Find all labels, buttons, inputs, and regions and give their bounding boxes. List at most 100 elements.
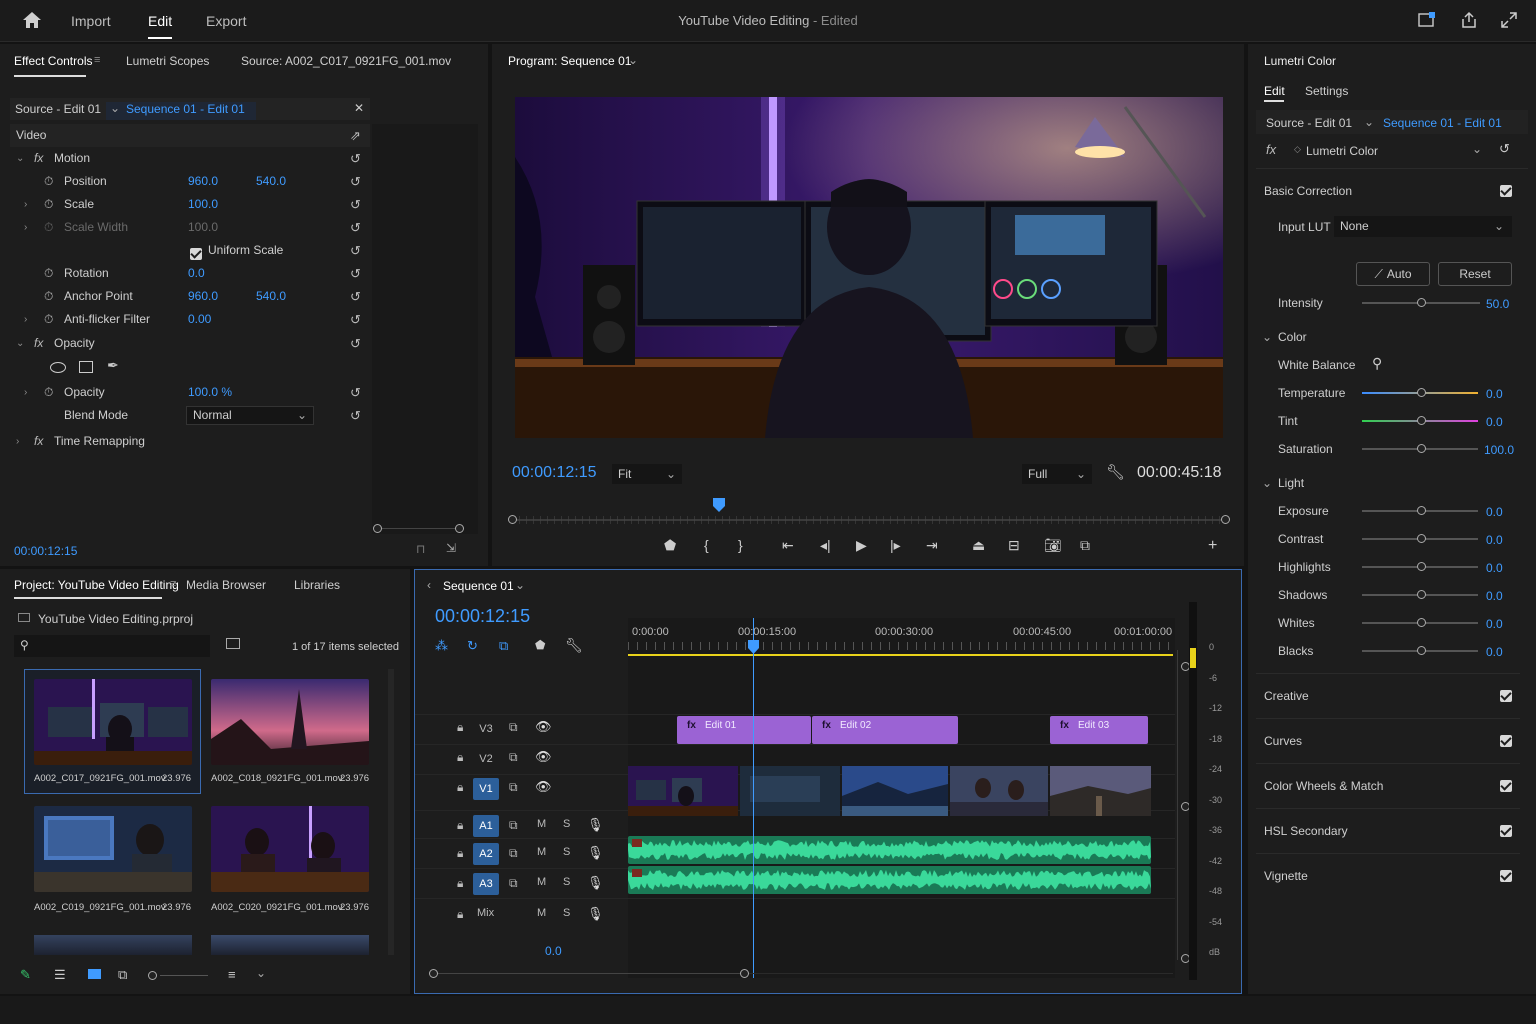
anchor-y[interactable]: 540.0 <box>256 285 286 308</box>
wrench-icon[interactable]: 🔧︎ <box>565 637 583 654</box>
shadows-knob[interactable] <box>1417 590 1426 599</box>
work-area-bar[interactable] <box>628 654 1173 656</box>
step-back-icon[interactable]: ◂| <box>820 537 831 554</box>
lumetri-tab-edit[interactable]: Edit <box>1264 84 1285 98</box>
lock-icon[interactable]: 🔒︎ <box>457 818 463 833</box>
intensity-knob[interactable] <box>1417 298 1426 307</box>
chevron-down-icon[interactable]: ⌄ <box>1364 115 1374 129</box>
new-bin-icon[interactable] <box>226 638 240 649</box>
chevron-down-icon[interactable]: ⌄ <box>628 53 638 67</box>
eye-icon[interactable]: 👁︎ <box>535 779 552 795</box>
sync-lock-icon[interactable]: ⧉ <box>509 846 518 861</box>
vignette-section[interactable]: Vignette <box>1256 853 1520 897</box>
source-label[interactable]: Source - Edit 01 <box>15 102 101 116</box>
extract-icon[interactable]: ⊟ <box>1008 537 1020 554</box>
tint-knob[interactable] <box>1417 416 1426 425</box>
go-to-in-icon[interactable]: ⇤ <box>782 537 794 554</box>
lumetri-sequence[interactable]: Sequence 01 - Edit 01 <box>1383 116 1502 130</box>
thumbnail-c018[interactable] <box>211 679 369 765</box>
reset-icon[interactable]: ↺ <box>1499 141 1510 157</box>
uniform-scale-checkbox[interactable] <box>190 248 202 260</box>
chevron-right-icon[interactable]: › <box>24 193 27 216</box>
eye-icon[interactable]: 👁︎ <box>535 719 552 735</box>
thumbnail-c017[interactable] <box>34 679 192 765</box>
whites-value[interactable]: 0.0 <box>1486 617 1503 631</box>
reset-icon[interactable]: ↺ <box>350 262 361 285</box>
add-marker-icon[interactable]: ⬟ <box>664 537 676 554</box>
program-title[interactable]: Program: Sequence 01 <box>508 54 631 68</box>
antiflicker-value[interactable]: 0.00 <box>188 308 211 331</box>
chevron-down-icon[interactable]: ⌄ <box>1262 330 1272 344</box>
microphone-icon[interactable]: 🎙︎ <box>587 906 604 922</box>
program-playhead[interactable] <box>713 498 726 512</box>
rotation-value[interactable]: 0.0 <box>188 262 205 285</box>
zoom-start-handle[interactable] <box>373 524 382 533</box>
sync-lock-icon[interactable]: ⧉ <box>509 750 518 765</box>
reset-icon[interactable]: ↺ <box>350 147 361 170</box>
position-x[interactable]: 960.0 <box>188 170 218 193</box>
chevron-right-icon[interactable]: › <box>24 381 27 404</box>
comparison-view-icon[interactable]: ⧉ <box>1080 537 1090 554</box>
video-preview[interactable] <box>515 97 1223 438</box>
nested-sequence-icon[interactable]: ⧉ <box>499 638 508 654</box>
in-point-handle[interactable] <box>508 515 517 524</box>
fullscreen-icon[interactable] <box>1501 12 1517 28</box>
tab-libraries[interactable]: Libraries <box>294 578 340 592</box>
sync-lock-icon[interactable]: ⧉ <box>509 876 518 891</box>
eyedropper-icon[interactable]: ⚲ <box>1372 355 1382 372</box>
timeline-zoom-start[interactable] <box>429 969 438 978</box>
clip-edit-03[interactable]: fx Edit 03 <box>1050 716 1148 744</box>
chevron-down-icon[interactable]: ⌄ <box>110 101 120 115</box>
lock-icon[interactable]: 🔒︎ <box>457 876 463 891</box>
tab-project[interactable]: Project: YouTube Video Editing <box>14 578 179 592</box>
color-wheels-section[interactable]: Color Wheels & Match <box>1256 763 1520 807</box>
step-forward-icon[interactable]: |▸ <box>890 537 901 554</box>
thumbnail-partial[interactable] <box>211 935 369 955</box>
highlights-knob[interactable] <box>1417 562 1426 571</box>
contrast-knob[interactable] <box>1417 534 1426 543</box>
quality-dropdown[interactable]: Full ⌄ <box>1022 464 1092 484</box>
tab-lumetri-scopes[interactable]: Lumetri Scopes <box>126 54 209 68</box>
go-to-out-icon[interactable]: ⇥ <box>926 537 938 554</box>
shadows-value[interactable]: 0.0 <box>1486 589 1503 603</box>
wrench-icon[interactable]: 🔧︎ <box>1106 463 1125 481</box>
highlights-value[interactable]: 0.0 <box>1486 561 1503 575</box>
chevron-down-icon[interactable]: ⌄ <box>256 966 266 980</box>
timeline-zoom-end[interactable] <box>740 969 749 978</box>
stopwatch-icon[interactable]: ⏱ <box>44 170 53 193</box>
out-point-handle[interactable] <box>1221 515 1230 524</box>
fx-icon[interactable]: fx <box>1266 142 1276 157</box>
stopwatch-icon[interactable]: ⏱ <box>44 262 53 285</box>
share-icon[interactable] <box>1460 11 1478 29</box>
thumbnail-partial[interactable] <box>34 935 192 955</box>
basic-correction-label[interactable]: Basic Correction <box>1264 184 1352 198</box>
zoom-slider[interactable] <box>160 975 208 976</box>
solo-button[interactable]: S <box>563 818 570 830</box>
microphone-icon[interactable]: 🎙︎ <box>587 845 604 861</box>
a2-audio-clip[interactable] <box>628 836 1151 864</box>
clip-edit-02[interactable]: fx Edit 02 <box>812 716 958 744</box>
chevron-down-icon[interactable]: ⌄ <box>1262 476 1272 490</box>
reset-icon[interactable]: ↺ <box>350 332 361 355</box>
color-wheels-checkbox[interactable] <box>1500 780 1512 792</box>
chevron-down-icon[interactable]: ⌄ <box>1472 142 1482 156</box>
exposure-knob[interactable] <box>1417 506 1426 515</box>
zoom-knob[interactable] <box>148 971 157 980</box>
sequence-tab[interactable]: Sequence 01 <box>443 579 514 593</box>
sync-lock-icon[interactable]: ⧉ <box>509 720 518 735</box>
lumetri-effect-name[interactable]: Lumetri Color <box>1306 144 1378 158</box>
tab-media-browser[interactable]: Media Browser <box>186 578 266 592</box>
timeline-playhead-line[interactable] <box>753 618 754 978</box>
microphone-icon[interactable]: 🎙︎ <box>587 875 604 891</box>
project-scrollbar[interactable] <box>388 669 394 955</box>
reset-icon[interactable]: ↺ <box>350 404 361 427</box>
creative-section[interactable]: Creative <box>1256 673 1520 717</box>
list-view-icon[interactable]: ☰ <box>54 967 66 983</box>
exposure-value[interactable]: 0.0 <box>1486 505 1503 519</box>
lock-icon[interactable]: 🔒︎ <box>457 907 463 922</box>
mark-out-icon[interactable]: } <box>738 537 743 553</box>
light-section-label[interactable]: Light <box>1278 476 1304 490</box>
program-timecode[interactable]: 00:00:12:15 <box>512 464 597 482</box>
mix-value[interactable]: 0.0 <box>545 944 562 958</box>
whites-knob[interactable] <box>1417 618 1426 627</box>
